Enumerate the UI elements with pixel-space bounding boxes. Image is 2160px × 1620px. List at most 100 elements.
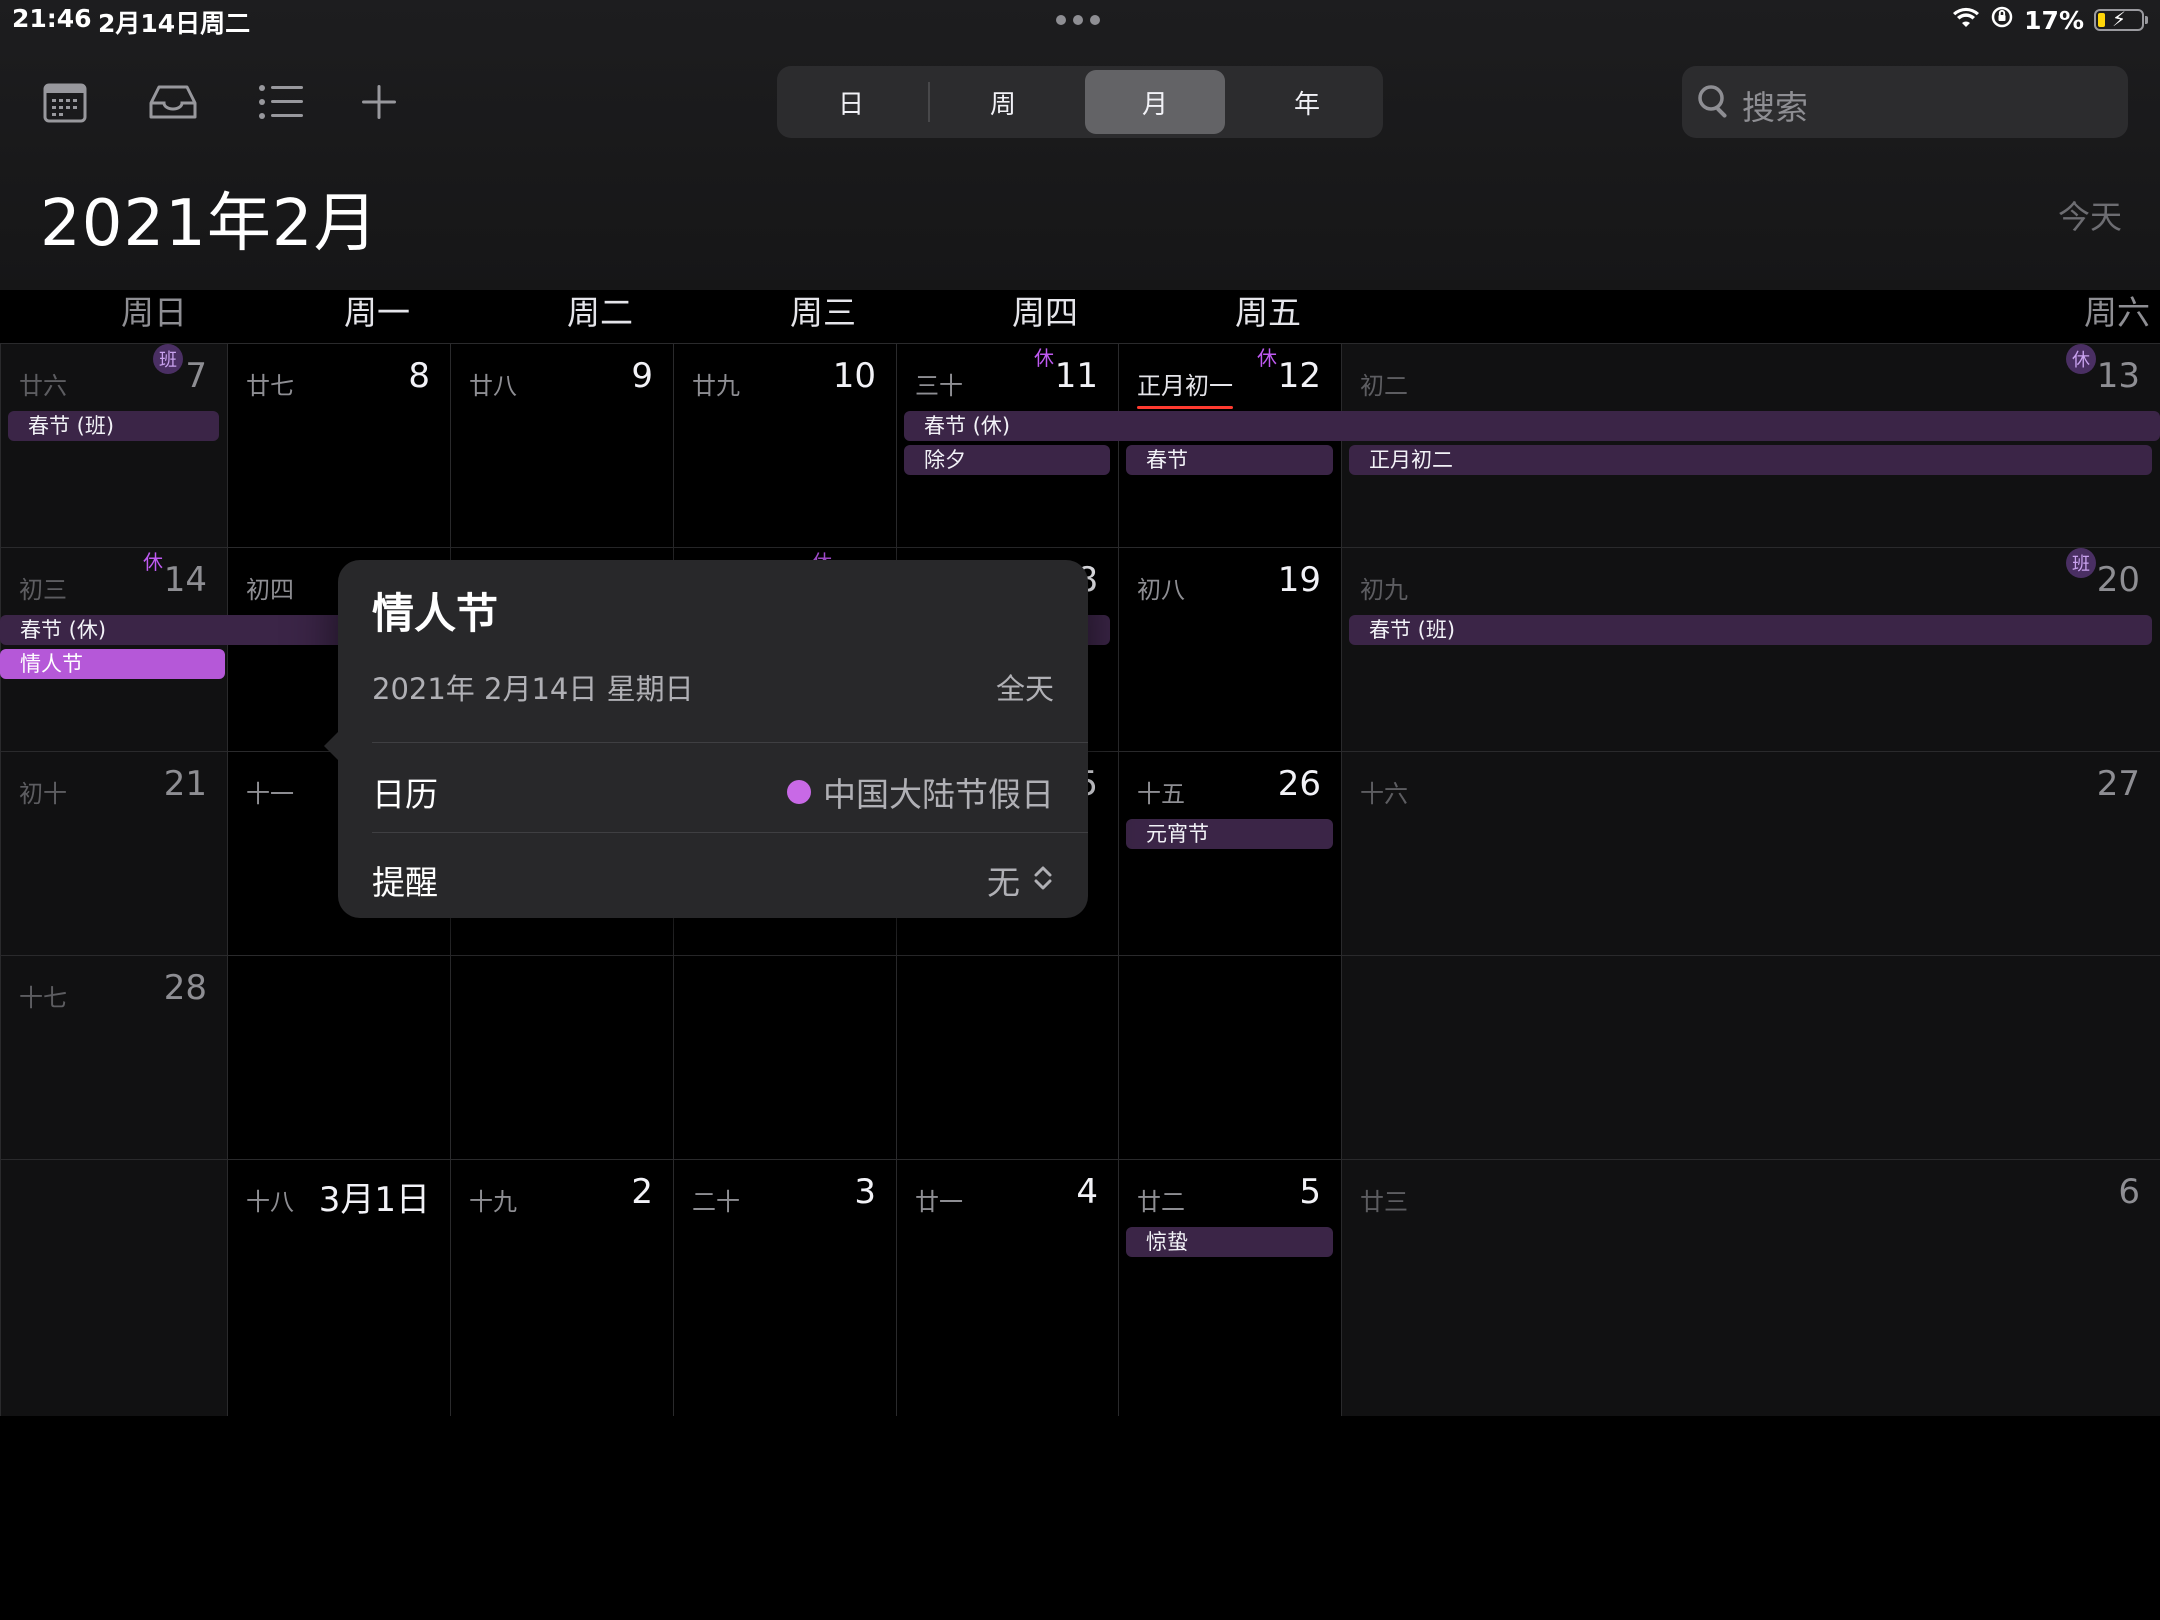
event-pill[interactable]: 春节 xyxy=(1126,445,1333,475)
day-number: 9 xyxy=(631,356,653,396)
event-title: 情人节 xyxy=(372,589,499,638)
event-pill[interactable]: 元宵节 xyxy=(1126,819,1333,849)
day-cell[interactable]: 廿九 10 xyxy=(673,343,896,547)
day-cell[interactable]: 十六 27 xyxy=(1341,751,2160,955)
calendar-icon[interactable] xyxy=(38,78,92,126)
day-number: 27 xyxy=(2096,764,2140,804)
day-cell[interactable] xyxy=(1341,955,2160,1159)
day-cell[interactable]: 廿六 7 班 xyxy=(0,343,227,547)
lunar-date: 廿六 xyxy=(19,372,67,400)
segment-month[interactable]: 月 xyxy=(1085,70,1225,134)
search-icon xyxy=(1696,83,1734,125)
popover-arrow xyxy=(324,732,338,760)
day-number: 26 xyxy=(1277,764,1321,804)
lunar-date: 廿一 xyxy=(915,1188,963,1216)
lunar-date: 三十 xyxy=(915,372,963,400)
day-number: 28 xyxy=(163,968,207,1008)
lunar-date: 初四 xyxy=(246,576,294,604)
day-cell[interactable] xyxy=(896,955,1118,1159)
segment-divider xyxy=(928,82,930,122)
day-cell[interactable]: 初十 21 xyxy=(0,751,227,955)
status-date: 2月14日周二 xyxy=(98,9,251,38)
alert-row-label: 提醒 xyxy=(372,863,438,902)
day-cell[interactable]: 廿二 5 xyxy=(1118,1159,1341,1416)
day-number: 10 xyxy=(832,356,876,396)
day-cell[interactable]: 廿一 4 xyxy=(896,1159,1118,1416)
alert-row-value[interactable]: 无 xyxy=(987,856,1054,904)
event-popover: 情人节 2021年 2月14日 星期日 全天 日历 中国大陆节假日 提醒 无 xyxy=(324,560,1088,918)
holiday-tag: 班 xyxy=(153,344,183,374)
lunar-date: 廿九 xyxy=(692,372,740,400)
today-button[interactable]: 今天 xyxy=(2058,192,2122,238)
holiday-tag: 休 xyxy=(1257,346,1277,370)
day-cell[interactable]: 初九 20 班 xyxy=(1341,547,2160,751)
lunar-date: 十六 xyxy=(1360,780,1408,808)
event-pill[interactable]: 春节 (班) xyxy=(8,411,219,441)
search-placeholder: 搜索 xyxy=(1742,88,1808,127)
day-cell[interactable]: 廿三 6 xyxy=(1341,1159,2160,1416)
day-cell[interactable]: 廿七 8 xyxy=(227,343,450,547)
lunar-date: 十九 xyxy=(469,1188,517,1216)
list-icon[interactable] xyxy=(254,78,308,126)
day-number: 5 xyxy=(1299,1172,1321,1212)
selected-event[interactable]: 情人节 xyxy=(0,649,225,679)
day-cell[interactable]: 十九 2 xyxy=(450,1159,673,1416)
day-cell[interactable] xyxy=(0,1159,227,1416)
charging-bolt-icon: ⚡ xyxy=(2112,7,2127,31)
day-cell[interactable] xyxy=(450,955,673,1159)
view-segmented-control: 日 周 月 年 xyxy=(777,66,1383,138)
lunar-date: 初三 xyxy=(19,576,67,604)
segment-week[interactable]: 周 xyxy=(933,70,1073,134)
segment-year[interactable]: 年 xyxy=(1237,70,1377,134)
day-cell[interactable] xyxy=(673,955,896,1159)
lunar-date: 廿七 xyxy=(246,372,294,400)
chevron-updown-icon xyxy=(1032,861,1054,900)
alert-value: 无 xyxy=(987,863,1020,902)
lunar-date: 正月初一 xyxy=(1137,366,1233,409)
day-number: 8 xyxy=(408,356,430,396)
multitasking-dots-icon[interactable] xyxy=(1056,15,1100,25)
inbox-icon[interactable] xyxy=(146,78,200,126)
event-pill[interactable]: 除夕 xyxy=(904,445,1110,475)
calendar-row-value[interactable]: 中国大陆节假日 xyxy=(787,768,1054,816)
day-cell[interactable]: 十五 26 xyxy=(1118,751,1341,955)
battery-level-fill xyxy=(2098,13,2106,27)
day-cell[interactable] xyxy=(1118,955,1341,1159)
day-number: 12 xyxy=(1277,356,1321,396)
day-number: 2 xyxy=(631,1172,653,1212)
popover-divider xyxy=(372,832,1088,833)
event-pill[interactable]: 春节 (休) xyxy=(904,411,2160,441)
weekday-label: 周四 xyxy=(1012,293,1078,332)
day-number: 7 xyxy=(185,356,207,396)
month-title: 2021年2月 xyxy=(40,187,379,261)
lunar-date: 二十 xyxy=(692,1188,740,1216)
weekday-label: 周日 xyxy=(121,293,187,332)
day-number: 21 xyxy=(163,764,207,804)
calendar-name: 中国大陆节假日 xyxy=(823,775,1054,814)
holiday-tag: 休 xyxy=(2066,344,2096,374)
event-pill[interactable]: 惊蛰 xyxy=(1126,1227,1333,1257)
day-cell[interactable] xyxy=(227,955,450,1159)
day-cell[interactable]: 初八 19 xyxy=(1118,547,1341,751)
month-grid: 廿六7班廿七8廿八9廿九10三十11休正月初一12休初二13休初三14休初四15… xyxy=(0,343,2160,1620)
day-number: 14 xyxy=(163,560,207,600)
plus-icon[interactable] xyxy=(352,78,406,126)
holiday-tag: 休 xyxy=(1034,346,1054,370)
day-cell[interactable]: 十七 28 xyxy=(0,955,227,1159)
calendar-row-label: 日历 xyxy=(372,775,438,814)
event-pill[interactable]: 春节 (班) xyxy=(1349,615,2152,645)
search-field[interactable]: 搜索 xyxy=(1682,66,2128,138)
day-number: 6 xyxy=(2118,1172,2140,1212)
weekday-label: 周二 xyxy=(567,293,633,332)
popover-divider xyxy=(372,742,1088,743)
segment-day[interactable]: 日 xyxy=(781,70,921,134)
day-cell[interactable]: 十八 3月1日 xyxy=(227,1159,450,1416)
lunar-date: 初十 xyxy=(19,780,67,808)
holiday-tag: 休 xyxy=(143,550,163,574)
weekday-label: 周一 xyxy=(344,293,410,332)
status-time: 21:46 xyxy=(12,4,92,33)
day-cell[interactable]: 二十 3 xyxy=(673,1159,896,1416)
holiday-tag: 班 xyxy=(2066,548,2096,578)
day-cell[interactable]: 廿八 9 xyxy=(450,343,673,547)
event-pill[interactable]: 正月初二 xyxy=(1349,445,2152,475)
